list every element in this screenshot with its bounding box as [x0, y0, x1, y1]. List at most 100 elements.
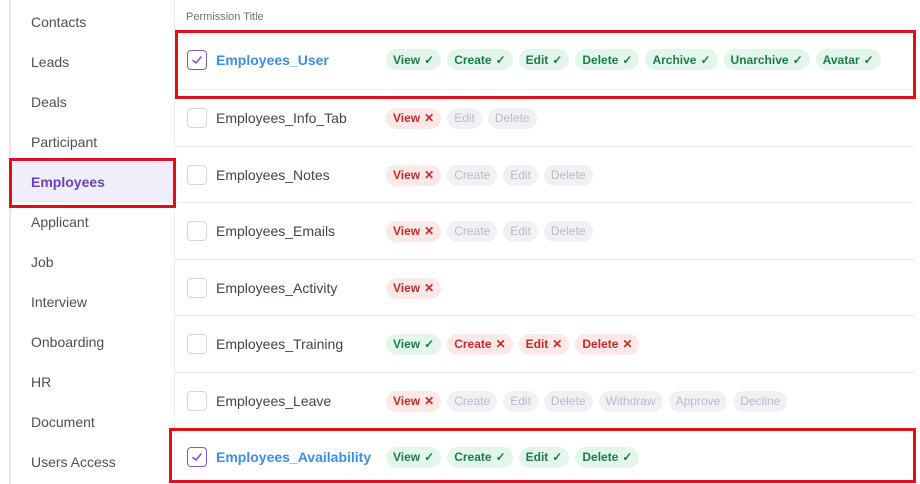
row-checkbox[interactable]: [187, 221, 207, 241]
permission-chip-archive[interactable]: Archive ✓: [645, 49, 718, 70]
chip-label: Create: [454, 394, 491, 408]
chip-label: Create: [454, 450, 492, 464]
chip-label: Delete: [550, 224, 586, 238]
permission-chip-create[interactable]: Create ✕: [447, 333, 513, 355]
sidebar-item-employees[interactable]: Employees: [9, 162, 174, 202]
permission-chips: View ✕: [386, 277, 442, 299]
row-checkbox[interactable]: [187, 447, 207, 467]
close-icon: ✕: [424, 168, 435, 182]
permission-chip-view[interactable]: View ✕: [386, 390, 442, 412]
row-checkbox[interactable]: [187, 108, 207, 128]
permission-chip-create: Create: [447, 164, 498, 186]
permission-chip-view[interactable]: View ✕: [386, 107, 442, 129]
sidebar-item-contacts[interactable]: Contacts: [11, 2, 174, 42]
row-checkbox[interactable]: [187, 165, 207, 185]
sidebar-item-applicant[interactable]: Applicant: [11, 202, 174, 242]
permission-chip-create[interactable]: Create ✓: [447, 49, 513, 70]
chip-label: Decline: [740, 394, 781, 408]
sidebar-item-hr[interactable]: HR: [11, 362, 174, 402]
permission-chip-delete: Delete: [543, 390, 593, 412]
permission-chip-approve: Approve: [668, 390, 728, 412]
column-header-permission-title: Permission Title: [186, 11, 264, 23]
table-row: Employees_Training View ✓ Create ✕ Edit ✕ Delet…: [175, 315, 915, 372]
permission-title[interactable]: Employees_Notes: [216, 167, 330, 183]
chip-label: Delete: [494, 111, 530, 125]
permission-chip-view[interactable]: View ✕: [386, 164, 442, 186]
permission-chip-delete: Delete: [543, 164, 593, 186]
permission-chip-create[interactable]: Create ✓: [447, 446, 513, 468]
permission-title[interactable]: Employees_Availability: [216, 449, 371, 465]
chip-label: Avatar: [822, 52, 860, 67]
permission-title[interactable]: Employees_Activity: [216, 280, 337, 296]
sidebar-item-label: Job: [31, 254, 54, 270]
sidebar-item-label: Leads: [31, 54, 70, 70]
table-row: Employees_Notes View ✕ Create Edit Delete: [175, 146, 915, 203]
permission-chip-edit: Edit: [503, 390, 538, 412]
check-icon: ✓: [495, 52, 506, 67]
chip-label: Archive: [652, 52, 697, 67]
permission-chip-view[interactable]: View ✓: [386, 49, 442, 70]
permission-chip-edit[interactable]: Edit ✓: [518, 446, 570, 468]
sidebar-item-deals[interactable]: Deals: [11, 82, 174, 122]
chip-label: Edit: [525, 52, 549, 67]
sidebar-item-label: Interview: [31, 294, 88, 310]
row-checkbox[interactable]: [187, 391, 207, 411]
permission-chip-delete[interactable]: Delete ✓: [575, 49, 640, 70]
row-checkbox[interactable]: [187, 49, 207, 70]
check-icon: ✓: [792, 52, 803, 67]
table-row: Employees_Availability View ✓ Create ✓ Edit ✓ D…: [175, 428, 915, 484]
close-icon: ✕: [495, 337, 506, 351]
permission-chip-edit[interactable]: Edit ✕: [518, 333, 570, 355]
chip-label: Edit: [525, 337, 549, 351]
chip-label: View: [393, 111, 421, 125]
permission-chip-avatar[interactable]: Avatar ✓: [815, 49, 881, 70]
chip-label: Delete: [582, 337, 619, 351]
sidebar-item-label: Contacts: [31, 14, 87, 30]
chip-label: View: [393, 394, 421, 408]
sidebar-item-leads[interactable]: Leads: [11, 42, 174, 82]
permission-chip-create: Create: [447, 220, 498, 242]
sidebar-item-label: Employees: [31, 174, 105, 190]
permission-chip-withdraw: Withdraw: [598, 390, 663, 412]
permission-chips: View ✓ Create ✕ Edit ✕ Delete ✕: [386, 333, 640, 355]
sidebar-item-label: Onboarding: [31, 334, 105, 350]
close-icon: ✕: [622, 337, 633, 351]
chip-label: View: [393, 337, 421, 351]
row-checkbox[interactable]: [187, 278, 207, 298]
table-row: Employees_Activity View ✕: [175, 259, 915, 316]
permission-chip-view[interactable]: View ✓: [386, 333, 442, 355]
close-icon: ✕: [424, 281, 435, 295]
sidebar-item-onboarding[interactable]: Onboarding: [11, 322, 174, 362]
permission-chip-delete[interactable]: Delete ✕: [575, 333, 640, 355]
permission-chip-edit[interactable]: Edit ✓: [518, 49, 570, 70]
table-row: Employees_Leave View ✕ Create Edit Delete With…: [175, 372, 915, 429]
permission-title[interactable]: Employees_User: [216, 52, 329, 68]
permission-chip-create: Create: [447, 390, 498, 412]
permission-chip-unarchive[interactable]: Unarchive ✓: [723, 49, 810, 70]
permission-title[interactable]: Employees_Leave: [216, 393, 331, 409]
permission-chip-delete: Delete: [487, 107, 537, 129]
chip-label: Create: [454, 168, 491, 182]
permission-chip-view[interactable]: View ✓: [386, 446, 442, 468]
check-icon: ✓: [424, 52, 435, 67]
permission-title[interactable]: Employees_Emails: [216, 223, 335, 239]
permission-chip-decline: Decline: [733, 390, 788, 412]
chip-label: View: [393, 281, 421, 295]
sidebar-item-job[interactable]: Job: [11, 242, 174, 282]
chip-label: View: [393, 52, 421, 67]
permission-chip-view[interactable]: View ✕: [386, 220, 442, 242]
sidebar-item-label: Participant: [31, 134, 98, 150]
permission-chip-view[interactable]: View ✕: [386, 277, 442, 299]
check-icon: ✓: [863, 52, 874, 67]
sidebar-item-interview[interactable]: Interview: [11, 282, 174, 322]
permission-title[interactable]: Employees_Training: [216, 336, 343, 352]
table-row: Employees_User View ✓ Create ✓ Edit ✓ Delete ✓ Ar…: [175, 31, 915, 88]
sidebar-item-participant[interactable]: Participant: [11, 122, 174, 162]
sidebar-item-label: Applicant: [31, 214, 89, 230]
sidebar-item-document[interactable]: Document: [11, 402, 174, 442]
permission-title[interactable]: Employees_Info_Tab: [216, 110, 347, 126]
permission-chips: View ✕ Edit Delete: [386, 107, 537, 129]
permission-chip-delete[interactable]: Delete ✓: [575, 446, 640, 468]
sidebar-item-users-access[interactable]: Users Access: [11, 442, 174, 482]
row-checkbox[interactable]: [187, 334, 207, 354]
